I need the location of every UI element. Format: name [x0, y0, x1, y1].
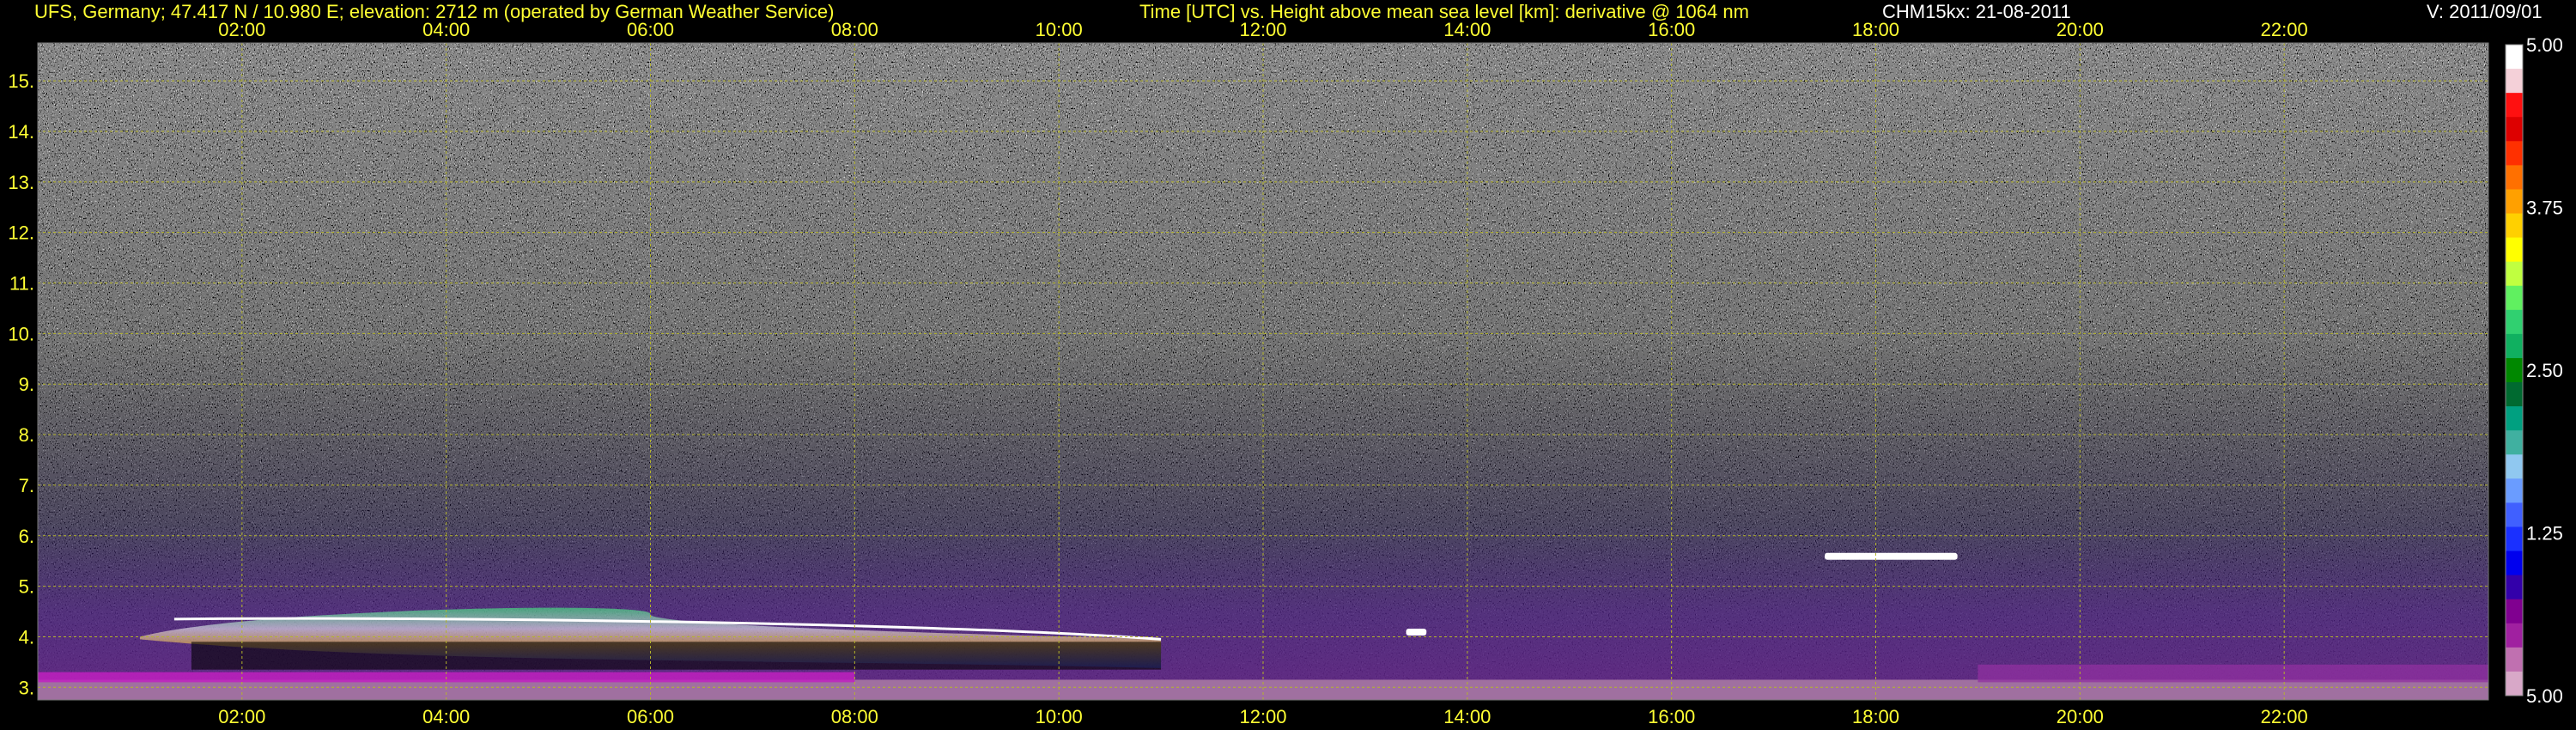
- colorbar-swatch: [2506, 430, 2523, 455]
- colorbar-swatch: [2506, 333, 2523, 359]
- x-tick-label-bottom: 20:00: [2057, 706, 2104, 727]
- x-tick-label-top: 10:00: [1036, 19, 1083, 40]
- x-tick-label-bottom: 16:00: [1648, 706, 1695, 727]
- ground-band-evening: [1978, 664, 2488, 683]
- colorbar-swatch: [2506, 165, 2523, 190]
- ceilometer-chart: 02:0002:0004:0004:0006:0006:0008:0008:00…: [0, 0, 2576, 730]
- x-tick-label-bottom: 08:00: [831, 706, 878, 727]
- y-tick-label: 13.: [8, 172, 34, 193]
- x-tick-label-bottom: 14:00: [1443, 706, 1491, 727]
- colorbar-swatch: [2506, 141, 2523, 166]
- colorbar-swatch: [2506, 502, 2523, 527]
- colorbar-swatch: [2506, 45, 2523, 70]
- colorbar-swatch: [2506, 526, 2523, 552]
- y-tick-label: 12.: [8, 222, 34, 244]
- x-tick-label-bottom: 06:00: [627, 706, 674, 727]
- colorbar-swatch: [2506, 189, 2523, 215]
- colorbar-swatch: [2506, 382, 2523, 407]
- y-tick-label: 7.: [19, 475, 34, 496]
- y-tick-label: 11.: [9, 273, 34, 295]
- colorbar-swatch: [2506, 237, 2523, 263]
- colorbar-swatch: [2506, 478, 2523, 503]
- x-tick-label-bottom: 02:00: [218, 706, 265, 727]
- chart-title: Time [UTC] vs. Height above mean sea lev…: [1139, 1, 1749, 22]
- colorbar-swatch: [2506, 117, 2523, 142]
- colorbar-swatch: [2506, 623, 2523, 648]
- station-info: UFS, Germany; 47.417 N / 10.980 E; eleva…: [34, 1, 835, 22]
- colorbar-swatch: [2506, 69, 2523, 94]
- y-tick-label: 10.: [8, 323, 34, 344]
- y-tick-label: 3.: [19, 677, 34, 698]
- colorbar-swatch: [2506, 647, 2523, 672]
- feature-attenuation-shadow: [191, 642, 1162, 670]
- colorbar-swatch: [2506, 93, 2523, 118]
- x-tick-label-bottom: 18:00: [1852, 706, 1899, 727]
- instrument-date: CHM15kx: 21-08-2011: [1882, 1, 2071, 22]
- colorbar-swatch: [2506, 551, 2523, 576]
- y-tick-label: 14.: [8, 121, 34, 143]
- colorbar-swatch: [2506, 261, 2523, 287]
- colorbar-tick-label: 2.50: [2526, 360, 2563, 381]
- y-tick-label: 15.: [8, 70, 34, 92]
- y-tick-label: 5.: [19, 576, 34, 598]
- x-tick-label-bottom: 04:00: [422, 706, 470, 727]
- x-tick-label-bottom: 22:00: [2261, 706, 2308, 727]
- colorbar-tick-label: 3.75: [2526, 198, 2563, 219]
- y-tick-label: 9.: [19, 374, 34, 395]
- version-label: V: 2011/09/01: [2427, 1, 2543, 22]
- colorbar-swatch: [2506, 285, 2523, 311]
- colorbar-swatch: [2506, 213, 2523, 239]
- x-tick-label-bottom: 10:00: [1036, 706, 1083, 727]
- feature-cloud: [1825, 552, 1958, 560]
- x-tick-label-bottom: 12:00: [1239, 706, 1286, 727]
- colorbar-swatch: [2506, 309, 2523, 335]
- colorbar-swatch: [2506, 599, 2523, 624]
- y-tick-label: 4.: [19, 626, 34, 648]
- colorbar-swatch: [2506, 671, 2523, 697]
- x-tick-label-top: 08:00: [831, 19, 878, 40]
- feature-cloud: [1406, 629, 1427, 636]
- colorbar-tick-label: 5.00: [2526, 34, 2563, 56]
- colorbar-swatch: [2506, 454, 2523, 479]
- colorbar-tick-label: 1.25: [2526, 523, 2563, 544]
- x-tick-label-top: 22:00: [2261, 19, 2308, 40]
- y-tick-label: 6.: [19, 526, 34, 547]
- colorbar-swatch: [2506, 406, 2523, 431]
- colorbar-swatch: [2506, 357, 2523, 383]
- y-tick-label: 8.: [19, 424, 34, 446]
- colorbar-swatch: [2506, 575, 2523, 600]
- colorbar-tick-label: 5.00: [2526, 685, 2563, 707]
